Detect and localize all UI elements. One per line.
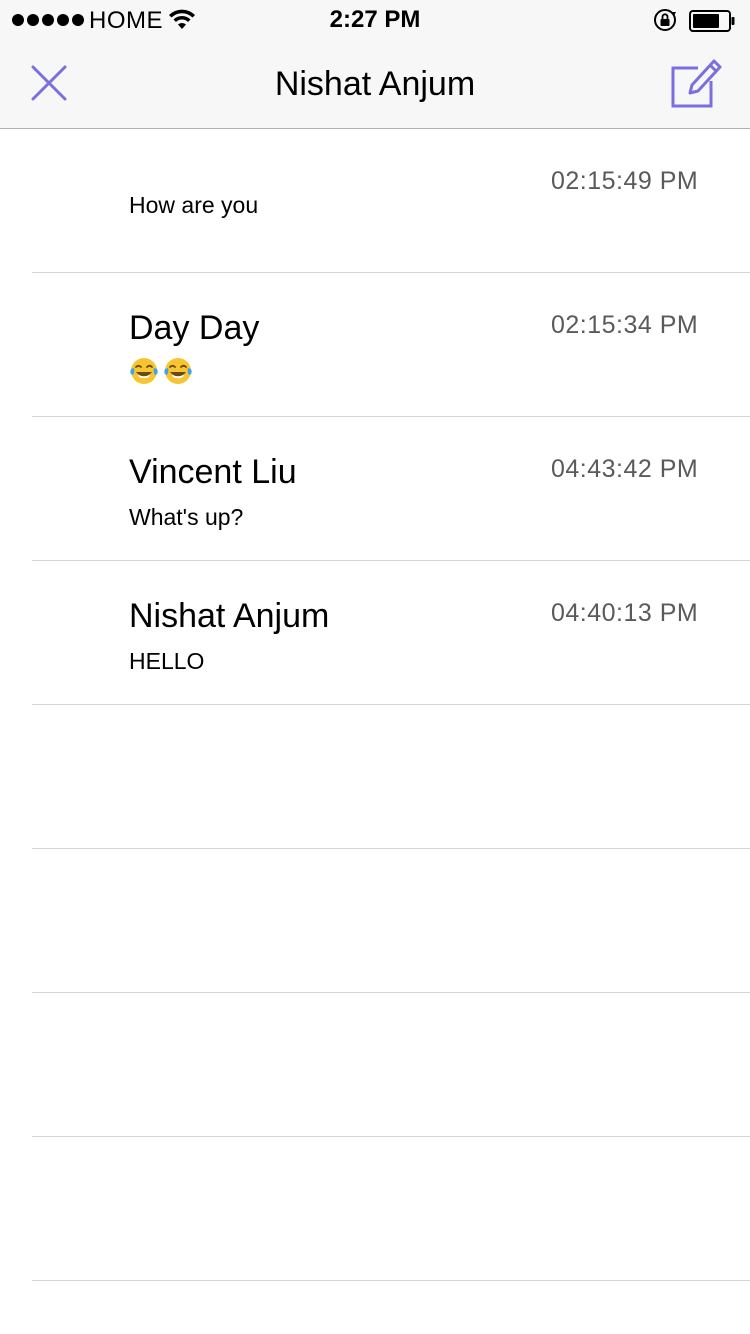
contact-name: Day Day [129,309,260,347]
message-time: 04:40:13 PM [551,599,699,627]
chat-list-screen: HOME 2:27 PM Nishat Anjum How are you 02… [0,0,750,1334]
battery-icon [689,10,735,32]
navigation-bar: Nishat Anjum [0,40,750,129]
page-title: Nishat Anjum [274,65,476,103]
compose-icon[interactable] [666,54,724,112]
message-preview: How are you [129,192,259,218]
orientation-lock-icon [654,9,676,31]
empty-row [32,993,750,1137]
tears-of-joy-emoji-icon [164,357,192,384]
contact-name: Vincent Liu [129,453,297,491]
empty-row [32,849,750,993]
contact-name: Nishat Anjum [129,597,330,635]
conversation-row[interactable]: How are you 02:15:49 PM [32,129,750,273]
conversation-row[interactable]: Nishat Anjum HELLO 04:40:13 PM [32,561,750,705]
conversation-list: How are you 02:15:49 PM Day Day 02:15:34… [0,129,750,1281]
message-time: 02:15:49 PM [551,167,699,195]
message-preview [129,355,197,386]
message-time: 02:15:34 PM [551,311,699,339]
empty-row [32,705,750,849]
status-bar: HOME 2:27 PM [0,0,750,40]
message-preview: HELLO [129,648,205,674]
conversation-row[interactable]: Day Day 02:15:34 PM [32,273,750,417]
message-time: 04:43:42 PM [551,455,699,483]
conversation-row[interactable]: Vincent Liu What's up? 04:43:42 PM [32,417,750,561]
empty-row [32,1137,750,1281]
status-time: 2:27 PM [329,6,421,33]
message-preview: What's up? [129,504,244,530]
tears-of-joy-emoji-icon [130,357,158,384]
